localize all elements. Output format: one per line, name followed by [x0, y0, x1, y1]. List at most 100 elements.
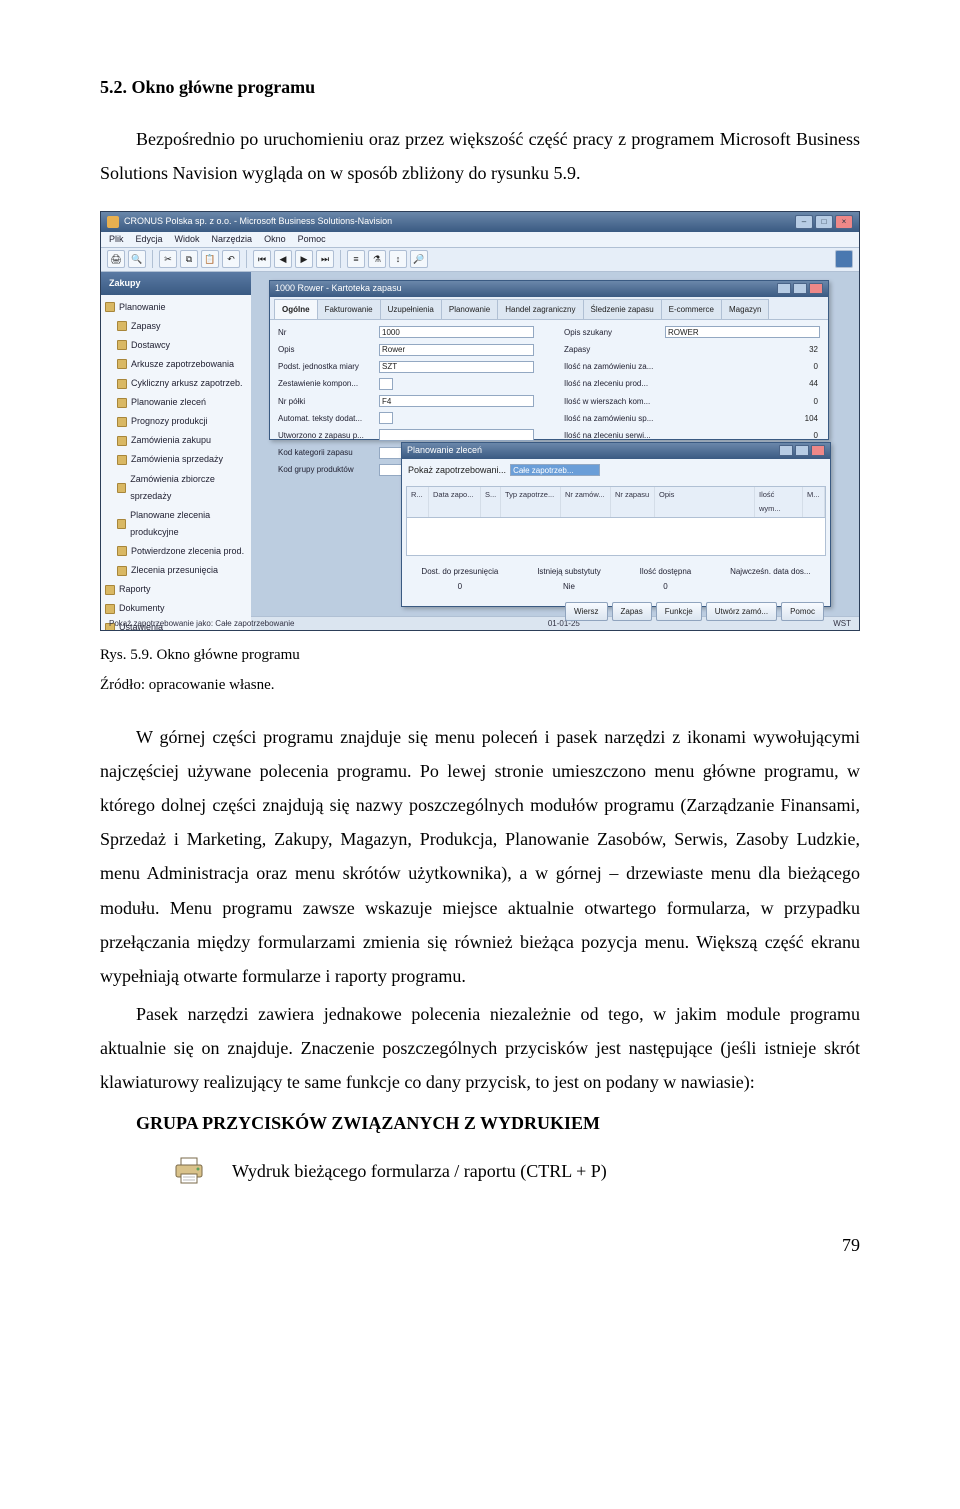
- sidebar-item[interactable]: Zamówienia sprzedaży: [105, 450, 247, 469]
- page-number: 79: [100, 1228, 860, 1262]
- folder-icon: [105, 302, 115, 312]
- sidebar-item[interactable]: Zlecenia przesunięcia: [105, 561, 247, 580]
- column-header[interactable]: M...: [803, 487, 825, 518]
- column-header[interactable]: Typ zapotrze...: [501, 487, 561, 518]
- sort-icon[interactable]: ↕: [389, 250, 407, 268]
- zapas-button[interactable]: Zapas: [612, 602, 652, 621]
- print-icon[interactable]: 🖨: [107, 250, 125, 268]
- filter-icon[interactable]: ⚗: [368, 250, 386, 268]
- column-header[interactable]: R...: [407, 487, 429, 518]
- folder-icon: [117, 417, 127, 427]
- sidebar-item[interactable]: Zapasy: [105, 317, 247, 336]
- field-label: Ilość na zleceniu prod...: [564, 376, 660, 391]
- list-icon[interactable]: ≡: [347, 250, 365, 268]
- field-input[interactable]: [379, 429, 534, 441]
- undo-icon[interactable]: ↶: [222, 250, 240, 268]
- tab-handel[interactable]: Handel zagraniczny: [497, 299, 583, 319]
- field-value: 44: [665, 376, 820, 391]
- sidebar-item[interactable]: Planowane zlecenia produkcyjne: [105, 506, 247, 542]
- nav-first-icon[interactable]: ⏮: [253, 250, 271, 268]
- checkbox[interactable]: [379, 412, 393, 424]
- sidebar-item[interactable]: Planowanie zleceń: [105, 393, 247, 412]
- field-input[interactable]: F4: [379, 395, 534, 407]
- form-maximize-button[interactable]: [795, 445, 809, 456]
- help-icon[interactable]: [835, 250, 853, 268]
- tab-sledzenie[interactable]: Śledzenie zapasu: [583, 299, 662, 319]
- close-button[interactable]: ×: [835, 215, 853, 229]
- sidebar-item[interactable]: Dostawcy: [105, 336, 247, 355]
- form-minimize-button[interactable]: [777, 283, 791, 294]
- sidebar-item[interactable]: Arkusze zapotrzebowania: [105, 355, 247, 374]
- menu-okno[interactable]: Okno: [264, 231, 286, 248]
- cut-icon[interactable]: ✂: [159, 250, 177, 268]
- maximize-button[interactable]: □: [815, 215, 833, 229]
- form-close-button[interactable]: [809, 283, 823, 294]
- field-input[interactable]: ROWER: [665, 326, 820, 338]
- window-controls: – □ ×: [795, 215, 853, 229]
- sidebar-item[interactable]: Planowanie: [105, 298, 247, 317]
- field-label: Utworzono z zapasu p...: [278, 428, 374, 443]
- field-value: 104: [665, 411, 820, 426]
- column-header[interactable]: Data zapo...: [429, 487, 481, 518]
- utworz-button[interactable]: Utwórz zamó...: [706, 602, 777, 621]
- nav-prev-icon[interactable]: ◀: [274, 250, 292, 268]
- info-label: Ilość dostępna: [640, 564, 692, 579]
- menu-plik[interactable]: Plik: [109, 231, 124, 248]
- sidebar-item[interactable]: Cykliczny arkusz zapotrzeb.: [105, 374, 247, 393]
- tab-magazyn[interactable]: Magazyn: [721, 299, 769, 319]
- preview-icon[interactable]: 🔍: [128, 250, 146, 268]
- nav-next-icon[interactable]: ▶: [295, 250, 313, 268]
- menu-widok[interactable]: Widok: [175, 231, 200, 248]
- field-input[interactable]: Rower: [379, 344, 534, 356]
- tab-fakturowanie[interactable]: Fakturowanie: [317, 299, 381, 319]
- menu-pomoc[interactable]: Pomoc: [298, 231, 326, 248]
- copy-icon[interactable]: ⧉: [180, 250, 198, 268]
- field-input[interactable]: SZT: [379, 361, 534, 373]
- data-grid[interactable]: R... Data zapo... S... Typ zapotrze... N…: [406, 486, 826, 556]
- main-pane: 1000 Rower - Kartoteka zapasu Ogólne Fak…: [251, 272, 859, 616]
- funkcje-button[interactable]: Funkcje: [656, 602, 702, 621]
- app-title: CRONUS Polska sp. z o.o. - Microsoft Bus…: [124, 213, 392, 230]
- column-header[interactable]: Ilość wym...: [755, 487, 803, 518]
- info-value: 0: [663, 579, 667, 594]
- field-label: Ilość na zamówieniu za...: [564, 359, 660, 374]
- tab-uzupelnienia[interactable]: Uzupełnienia: [380, 299, 442, 319]
- sidebar-item[interactable]: Dokumenty: [105, 599, 247, 618]
- menu-narzedzia[interactable]: Narzędzia: [212, 231, 253, 248]
- status-left: Pokaż zapotrzebowanie jako: Całe zapotrz…: [109, 616, 294, 630]
- menu-edycja[interactable]: Edycja: [136, 231, 163, 248]
- field-label: Automat. teksty dodat...: [278, 411, 374, 426]
- nav-last-icon[interactable]: ⏭: [316, 250, 334, 268]
- column-header[interactable]: Nr zapasu: [611, 487, 655, 518]
- dropdown[interactable]: Całe zapotrzeb...: [510, 464, 600, 476]
- folder-icon: [105, 604, 115, 614]
- find-icon[interactable]: 🔎: [410, 250, 428, 268]
- column-header[interactable]: Nr zamów...: [561, 487, 611, 518]
- sidebar-item[interactable]: Zamówienia zbiorcze sprzedaży: [105, 470, 247, 506]
- tab-ogolne[interactable]: Ogólne: [274, 299, 318, 319]
- sidebar-item[interactable]: Zamówienia zakupu: [105, 431, 247, 450]
- form-maximize-button[interactable]: [793, 283, 807, 294]
- tab-planowanie[interactable]: Planowanie: [441, 299, 498, 319]
- info-label: Istnieją substytuty: [537, 564, 601, 579]
- form-minimize-button[interactable]: [779, 445, 793, 456]
- field-label: Podst. jednostka miary: [278, 359, 374, 374]
- folder-icon: [117, 321, 127, 331]
- tab-ecommerce[interactable]: E-commerce: [661, 299, 722, 319]
- minimize-button[interactable]: –: [795, 215, 813, 229]
- column-header[interactable]: Opis: [655, 487, 755, 518]
- paragraph-body: Pasek narzędzi zawiera jednakowe polecen…: [100, 997, 860, 1100]
- wiersz-button[interactable]: Wiersz: [565, 602, 607, 621]
- field-label: Ilość na zamówieniu sp...: [564, 411, 660, 426]
- field-input[interactable]: 1000: [379, 326, 534, 338]
- column-header[interactable]: S...: [481, 487, 501, 518]
- checkbox[interactable]: [379, 378, 393, 390]
- folder-icon: [117, 455, 127, 465]
- pomoc-button[interactable]: Pomoc: [781, 602, 824, 621]
- sidebar-item[interactable]: Raporty: [105, 580, 247, 599]
- sidebar-item[interactable]: Potwierdzone zlecenia prod.: [105, 542, 247, 561]
- info-value: Nie: [563, 579, 575, 594]
- paste-icon[interactable]: 📋: [201, 250, 219, 268]
- form-close-button[interactable]: [811, 445, 825, 456]
- sidebar-item[interactable]: Prognozy produkcji: [105, 412, 247, 431]
